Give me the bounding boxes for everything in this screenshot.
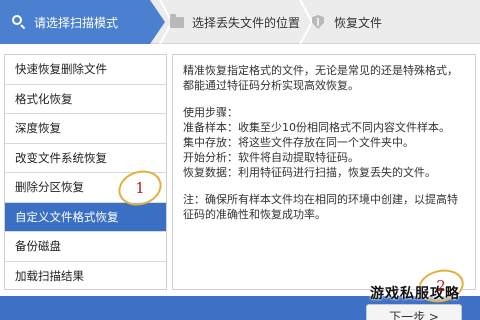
next-button[interactable]: 下一步 > bbox=[366, 304, 462, 320]
shield-icon bbox=[312, 15, 324, 29]
watermark-text: 游戏私服攻略 bbox=[370, 286, 460, 302]
scan-mode-load-results[interactable]: 加载扫描结果 bbox=[5, 262, 166, 292]
scan-mode-filesystem-change[interactable]: 改变文件系统恢复 bbox=[5, 144, 166, 173]
scan-mode-format-recover[interactable]: 格式化恢复 bbox=[5, 85, 166, 114]
description-steps-title: 使用步骤： bbox=[183, 106, 238, 119]
step-select-scan-mode: 请选择扫描模式 bbox=[0, 0, 165, 44]
description-step-line: 集中存放：将这些文件存放在同一个文件夹中。 bbox=[183, 136, 414, 149]
folder-icon bbox=[170, 13, 184, 28]
description-step-line: 恢复数据：利用特征码进行扫描，恢复丢失的文件。 bbox=[183, 166, 436, 179]
step-select-location: 选择丢失文件的位置 bbox=[170, 0, 300, 44]
step-bar: 请选择扫描模式 选择丢失文件的位置 恢复文件 bbox=[0, 0, 480, 44]
step-label: 请选择扫描模式 bbox=[34, 15, 119, 30]
step-label: 选择丢失文件的位置 bbox=[192, 15, 301, 30]
scan-mode-backup-disk[interactable]: 备份磁盘 bbox=[5, 232, 166, 262]
step-label: 恢复文件 bbox=[334, 15, 383, 30]
description-step-line: 准备样本：收集至少10份相同格式不同内容文件样本。 bbox=[183, 121, 450, 134]
scan-mode-quick-recover[interactable]: 快速恢复删除文件 bbox=[5, 55, 166, 85]
scan-mode-deep-recover[interactable]: 深度恢复 bbox=[5, 114, 166, 144]
mode-description-panel: 精准恢复指定格式的文件，无论是常见的还是特殊格式，都能通过特征码分析实现高效恢复… bbox=[172, 54, 476, 290]
search-icon bbox=[12, 15, 26, 30]
description-step-line: 开始分析：软件将自动提取特征码。 bbox=[183, 151, 359, 164]
step-recover-files: 恢复文件 bbox=[312, 0, 452, 44]
description-note: 注：确保所有样本文件均在相同的环境中创建，以提高特征码的准确性和恢复成功率。 bbox=[183, 193, 458, 221]
callout-marker-1: 1 bbox=[113, 165, 167, 211]
scan-mode-custom-format[interactable]: 自定义文件格式恢复 bbox=[5, 202, 166, 232]
description-intro: 精准恢复指定格式的文件，无论是常见的还是特殊格式，都能通过特征码分析实现高效恢复… bbox=[183, 64, 458, 92]
